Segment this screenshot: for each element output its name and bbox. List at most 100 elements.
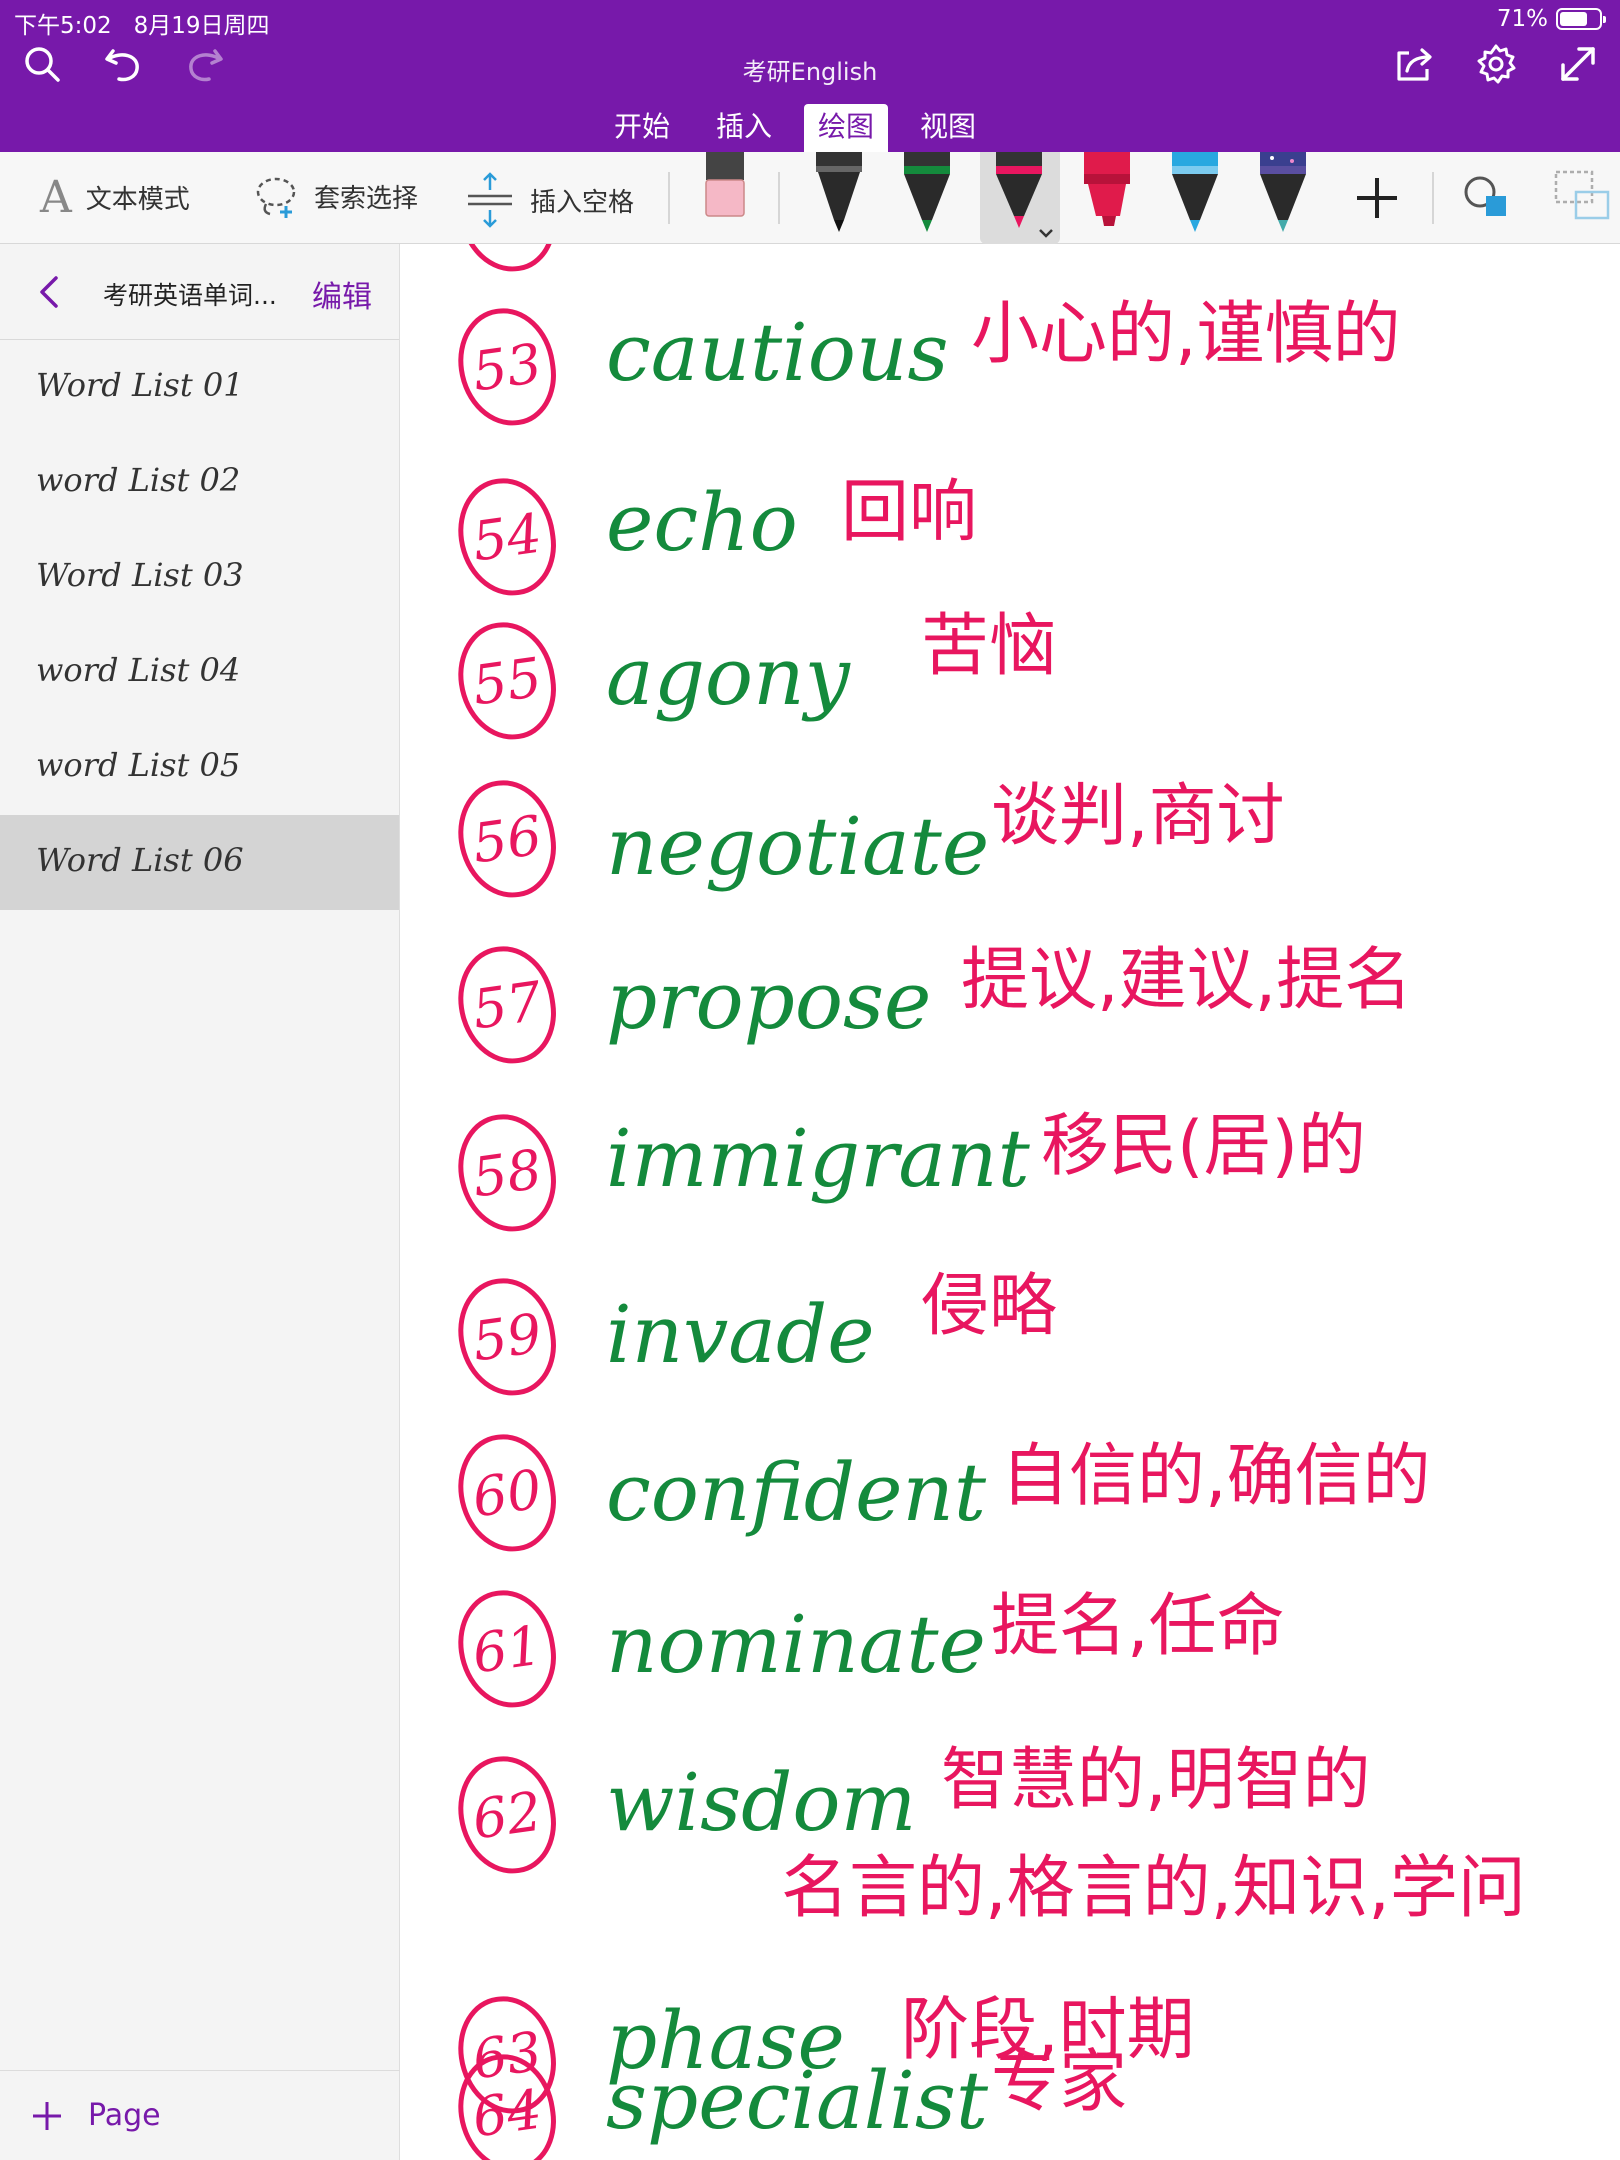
english-word: nominate: [606, 1598, 986, 1691]
chinese-definition: 谈判,商讨: [991, 777, 1285, 856]
note-canvas[interactable]: 53 cautious 小心的,谨慎的 54 echo 回响 55 agony …: [401, 244, 1620, 2160]
page-label: Word List 03: [36, 556, 244, 594]
english-word: cautious: [606, 306, 949, 399]
red-highlighter-tool[interactable]: [1072, 152, 1142, 244]
sidebar-page-item[interactable]: word List 04: [0, 625, 399, 720]
ribbon-tabs: 开始 插入 绘图 视图: [600, 104, 990, 152]
note-row: 61 nominate 提名,任命: [401, 1578, 1620, 1728]
item-number: 53: [451, 301, 563, 433]
english-word: invade: [606, 1288, 875, 1381]
note-row: 58 immigrant 移民(居)的: [401, 1102, 1620, 1252]
item-number: 55: [451, 615, 563, 747]
sidebar-page-item[interactable]: word List 02: [0, 435, 399, 530]
page-label: Word List 06: [36, 841, 244, 879]
english-word: echo: [606, 476, 798, 569]
document-title: 考研English: [742, 58, 878, 86]
black-pen-tool[interactable]: [804, 152, 874, 244]
battery-icon: [1556, 8, 1606, 30]
item-number: 54: [451, 471, 563, 603]
tab-draw[interactable]: 绘图: [804, 104, 889, 152]
convert-ink-button[interactable]: [1546, 152, 1616, 244]
green-pen-icon: [904, 152, 950, 232]
tab-insert[interactable]: 插入: [702, 104, 786, 152]
item-number: 62: [451, 1749, 563, 1881]
chinese-definition: 侵略: [921, 1267, 1058, 1346]
item-number: 58: [451, 1107, 563, 1239]
item-number: 61: [451, 1583, 563, 1715]
note-row: 64 specialist 专家: [401, 2043, 1620, 2160]
ribbon-divider: [668, 172, 670, 224]
blue-pen-tool[interactable]: [1160, 152, 1230, 244]
note-row: 59 invade 侵略: [401, 1264, 1620, 1414]
add-page-label: Page: [88, 2098, 161, 2133]
sidebar-page-item[interactable]: Word List 03: [0, 530, 399, 625]
sidebar-page-item-selected[interactable]: Word List 06: [0, 815, 399, 910]
english-word: immigrant: [606, 1112, 1030, 1205]
share-icon[interactable]: [1386, 36, 1442, 92]
note-row: 56 negotiate 谈判,商讨: [401, 764, 1620, 914]
text-mode-button[interactable]: A 文本模式: [40, 172, 190, 223]
edit-button[interactable]: 编辑: [312, 272, 372, 316]
page-label: word List 04: [36, 651, 241, 689]
lasso-select-button[interactable]: 套索选择: [252, 172, 418, 220]
item-number: 64: [451, 2047, 563, 2160]
insert-space-label: 插入空格: [530, 187, 635, 218]
english-word: agony: [606, 630, 850, 723]
highlighter-icon: [1084, 152, 1130, 226]
settings-icon[interactable]: [1468, 36, 1524, 92]
chinese-definition: 回响: [841, 473, 978, 552]
partial-row-marker: [451, 244, 563, 279]
blue-pen-icon: [1172, 152, 1218, 232]
insert-space-icon: [468, 172, 512, 228]
add-pen-button[interactable]: [1342, 152, 1412, 244]
note-row: 57 propose 提议,建议,提名: [401, 934, 1620, 1084]
english-word: propose: [606, 954, 932, 1047]
sidebar-header: 考研英语单词... 编辑: [0, 244, 399, 340]
chinese-definition: 移民(居)的: [1041, 1107, 1367, 1186]
section-title: 考研英语单词...: [103, 281, 277, 310]
plus-icon: [1357, 178, 1397, 218]
note-row: 62 wisdom 智慧的,明智的 名言的,格言的,知识,学问: [401, 1736, 1620, 1956]
ribbon-divider: [1432, 172, 1434, 224]
item-number: 56: [451, 773, 563, 905]
eraser-icon: [705, 152, 745, 217]
galaxy-pen-icon: [1260, 152, 1306, 232]
expand-icon[interactable]: [1550, 36, 1606, 92]
item-number: 57: [451, 939, 563, 1071]
tab-home[interactable]: 开始: [600, 104, 684, 152]
page-label: word List 02: [36, 461, 241, 499]
pink-pen-tool[interactable]: [980, 152, 1060, 244]
chinese-definition: 提名,任命: [991, 1587, 1285, 1666]
note-row: 60 confident 自信的,确信的: [401, 1420, 1620, 1570]
eraser-tool[interactable]: [690, 152, 760, 244]
plus-icon: [33, 2101, 61, 2130]
chinese-definition: 苦恼: [921, 607, 1058, 686]
note-row: 53 cautious 小心的,谨慎的: [401, 295, 1620, 446]
green-pen-tool[interactable]: [892, 152, 962, 244]
sidebar-page-item[interactable]: word List 05: [0, 720, 399, 815]
insert-space-button[interactable]: 插入空格: [464, 172, 634, 228]
battery-label: 71%: [1496, 6, 1548, 32]
ribbon-divider: [778, 172, 780, 224]
page-label: word List 05: [36, 746, 241, 784]
text-mode-label: 文本模式: [85, 185, 190, 215]
status-clock: 下午5:02 8月19日周四: [14, 6, 270, 40]
pink-pen-icon: [996, 152, 1053, 238]
tab-view[interactable]: 视图: [906, 104, 990, 152]
english-word: confident: [606, 1446, 987, 1539]
add-page-button[interactable]: Page: [0, 2070, 400, 2160]
back-icon[interactable]: [30, 272, 70, 312]
text-mode-icon: A: [40, 172, 72, 223]
chinese-definition: 小心的,谨慎的: [971, 295, 1401, 374]
item-number: 60: [451, 1427, 563, 1559]
item-number: 59: [451, 1271, 563, 1403]
app-header: 下午5:02 8月19日周四 71% 考研English 开始 插入 绘图 视图: [0, 0, 1620, 152]
galaxy-pen-tool[interactable]: [1248, 152, 1318, 244]
sidebar-page-item[interactable]: Word List 01: [0, 340, 399, 435]
shapes-button[interactable]: [1452, 152, 1522, 244]
page-sidebar: 考研英语单词... 编辑 Word List 01 word List 02 W…: [0, 244, 400, 2160]
chinese-definition: 提议,建议,提名: [961, 941, 1413, 1020]
lasso-select-label: 套索选择: [314, 183, 419, 214]
shapes-icon: [1464, 176, 1506, 216]
status-battery: 71%: [1496, 6, 1606, 32]
